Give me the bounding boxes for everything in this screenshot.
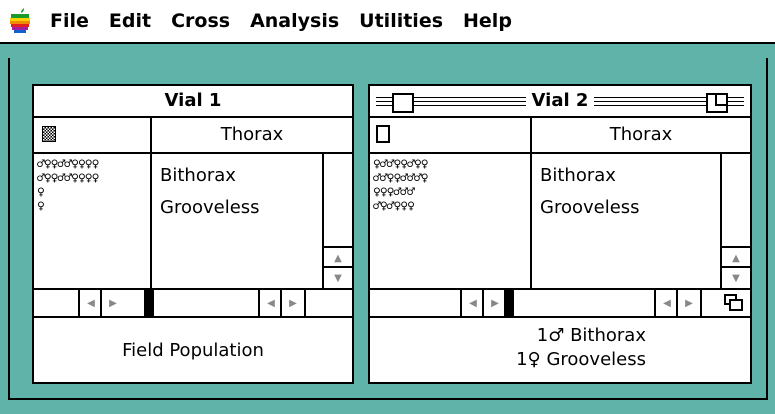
vial1-window[interactable]: Vial 1 Thorax ♂♀♀♂♂♀♀♀♀ ♂♀♀♂♂♀♀♀♀ ♀ ♀ Bi… (32, 84, 354, 384)
scroll-left-arrow-icon[interactable]: ◀ (654, 290, 678, 316)
vial2-fly-list[interactable]: ♀♂♂♀♀♂♀♀ ♂♂♀♀♂♂♂♀ ♀♀♀♂♂♂ ♂♀♂♀♀♀ (370, 154, 532, 288)
apple-logo-icon (10, 8, 30, 33)
menu-cross[interactable]: Cross (161, 0, 240, 43)
menu-utilities[interactable]: Utilities (349, 0, 453, 43)
vial1-pattern-cell (34, 118, 152, 154)
scroll-right-arrow-icon[interactable]: ▶ (482, 290, 506, 316)
apple-menu[interactable] (0, 0, 40, 43)
scroll-up-arrow-icon[interactable]: ▲ (722, 246, 750, 268)
vial2-footer: 1♂ Bithorax 1♀ Grooveless (370, 320, 750, 382)
offspring-count: 1♂ (536, 325, 565, 346)
vial1-phenotype-list[interactable]: Bithorax Grooveless (152, 154, 322, 288)
vial1-footer-label: Field Population (122, 339, 264, 361)
scroll-down-arrow-icon[interactable]: ▼ (324, 266, 352, 288)
page-icon (376, 125, 390, 143)
vial1-hscroll-row: ◀ ▶ ◀ ▶ (34, 288, 352, 318)
vial2-hscroll-row: ◀ ▶ ◀ ▶ (370, 288, 750, 318)
menu-analysis[interactable]: Analysis (240, 0, 349, 43)
offspring-result: 1♀ Grooveless (370, 348, 750, 372)
offspring-label: Bithorax (570, 325, 646, 346)
offspring-result: 1♂ Bithorax (370, 324, 750, 348)
vial1-vertical-scrollbar[interactable]: ▲ ▼ (322, 154, 352, 288)
vial1-footer: Field Population (34, 318, 352, 382)
vial2-window[interactable]: Vial 2 Thorax ♀♂♂♀♀♂♀♀ ♂♂♀♀♂♂♂♀ ♀♀♀♂♂♂ ♂… (368, 84, 752, 384)
vial1-flies: ♂♀♀♂♂♀♀♀♀ ♂♀♀♂♂♀♀♀♀ ♀ ♀ (37, 157, 99, 214)
vial1-fly-list[interactable]: ♂♀♀♂♂♀♀♀♀ ♂♀♀♂♂♀♀♀♀ ♀ ♀ (34, 154, 152, 288)
vial2-phenotype-list[interactable]: Bithorax Grooveless (532, 154, 720, 288)
menu-file[interactable]: File (40, 0, 99, 43)
scroll-up-arrow-icon[interactable]: ▲ (324, 246, 352, 268)
vial1-header: Thorax (152, 118, 352, 154)
vial1-title: Vial 1 (164, 90, 222, 111)
vial2-flies: ♀♂♂♀♀♂♀♀ ♂♂♀♀♂♂♂♀ ♀♀♀♂♂♂ ♂♀♂♀♀♀ (373, 157, 429, 214)
offspring-label: Grooveless (546, 349, 646, 370)
vial2-hscroll-right[interactable]: ◀ ▶ (514, 290, 720, 316)
vial1-phenotype-item[interactable]: Grooveless (160, 190, 322, 226)
menu-bar: File Edit Cross Analysis Utilities Help (0, 0, 775, 44)
scroll-left-arrow-icon[interactable]: ◀ (78, 290, 102, 316)
vial2-vertical-scrollbar[interactable]: ▲ ▼ (720, 154, 750, 288)
offspring-count: 1♀ (516, 349, 541, 370)
vial2-phenotype-item[interactable]: Bithorax (540, 154, 720, 186)
split-divider[interactable] (504, 290, 514, 316)
scroll-left-arrow-icon[interactable]: ◀ (460, 290, 484, 316)
vial2-header-label: Thorax (609, 124, 673, 145)
scroll-down-arrow-icon[interactable]: ▼ (722, 266, 750, 288)
vial1-phenotype-item[interactable]: Bithorax (160, 154, 322, 186)
pattern-swatch-icon (42, 126, 56, 142)
vial1-header-label: Thorax (220, 124, 284, 145)
vial1-hscroll-left[interactable]: ◀ ▶ (34, 290, 144, 316)
scroll-right-arrow-icon[interactable]: ▶ (280, 290, 306, 316)
vial2-icon-cell (370, 118, 532, 154)
menu-help[interactable]: Help (453, 0, 522, 43)
scroll-right-arrow-icon[interactable]: ▶ (676, 290, 702, 316)
scroll-left-arrow-icon[interactable]: ◀ (258, 290, 282, 316)
menu-edit[interactable]: Edit (99, 0, 161, 43)
vial2-title-wrap: Vial 2 (370, 86, 750, 116)
vial1-titlebar[interactable]: Vial 1 (34, 86, 352, 118)
vial2-title: Vial 2 (525, 90, 595, 111)
split-divider[interactable] (144, 290, 154, 316)
vial2-header: Thorax (532, 118, 750, 154)
vial2-phenotype-item[interactable]: Grooveless (540, 190, 720, 226)
vial1-hscroll-right[interactable]: ◀ ▶ (154, 290, 322, 316)
scroll-right-arrow-icon[interactable]: ▶ (100, 290, 124, 316)
vial2-hscroll-left[interactable]: ◀ ▶ (370, 290, 526, 316)
grow-box-icon[interactable] (722, 292, 746, 314)
